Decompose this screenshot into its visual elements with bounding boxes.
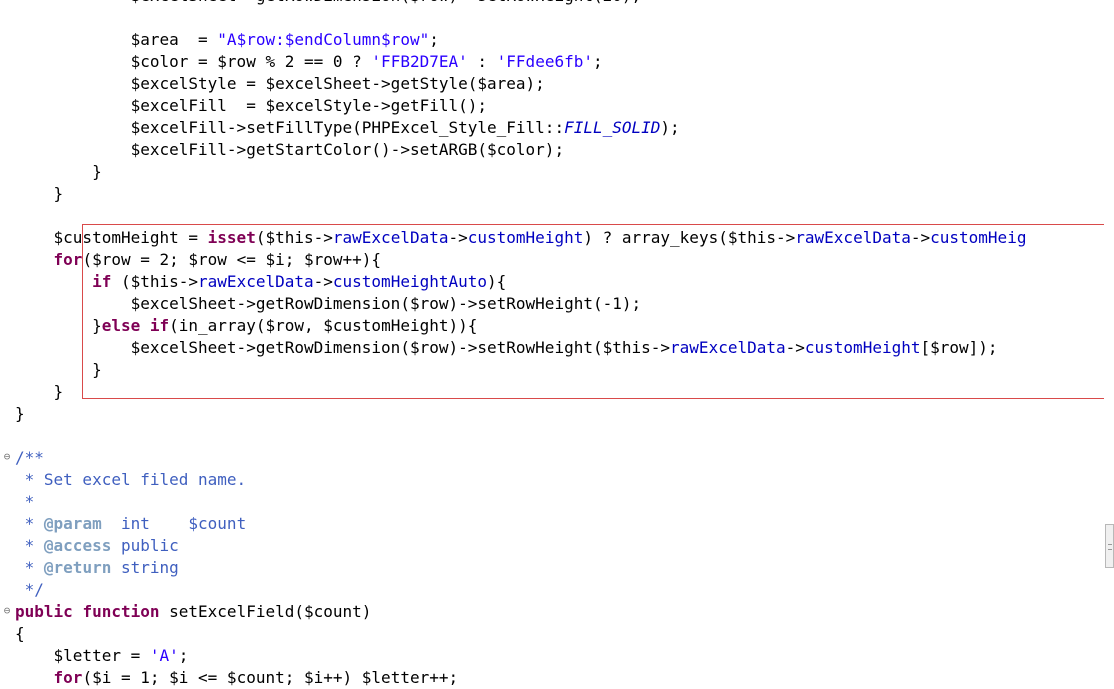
code-line: $area = "A$row:$endColumn$row";	[15, 30, 439, 49]
code-line: $excelSheet->getRowDimension($row)->setR…	[15, 0, 642, 7]
code-line: * @access public	[15, 536, 179, 555]
code-line: $excelFill->getStartColor()->setARGB($co…	[15, 140, 565, 159]
scrollbar-thumb[interactable]	[1105, 524, 1114, 568]
code-line: * @return string	[15, 558, 179, 577]
code-line: $letter = 'A';	[15, 646, 189, 665]
code-line: public function setExcelField($count)	[15, 602, 372, 621]
code-line: */	[15, 580, 44, 599]
code-line: $excelFill = $excelStyle->getFill();	[15, 96, 488, 115]
highlight-box	[82, 224, 1108, 399]
fold-toggle-icon[interactable]: ⊖	[2, 605, 12, 616]
code-line: $color = $row % 2 == 0 ? 'FFB2D7EA' : 'F…	[15, 52, 603, 71]
code-line: }	[15, 382, 64, 401]
code-line: }	[15, 404, 25, 423]
code-line: $excelStyle = $excelSheet->getStyle($are…	[15, 74, 545, 93]
editor-gutter: ⊖ ⊖	[0, 0, 14, 677]
code-line: *	[15, 492, 35, 511]
code-line: {	[15, 624, 25, 643]
code-line: for($i = 1; $i <= $count; $i++) $letter+…	[53, 668, 459, 687]
code-line: /**	[15, 448, 44, 467]
vertical-scrollbar[interactable]	[1104, 0, 1114, 677]
fold-toggle-icon[interactable]: ⊖	[2, 451, 12, 462]
code-line: * Set excel filed name.	[15, 470, 247, 489]
code-line: }	[15, 162, 102, 181]
code-line: * @param int $count	[15, 514, 247, 533]
code-line: $excelFill->setFillType(PHPExcel_Style_F…	[15, 118, 680, 137]
code-line: }	[15, 184, 64, 203]
